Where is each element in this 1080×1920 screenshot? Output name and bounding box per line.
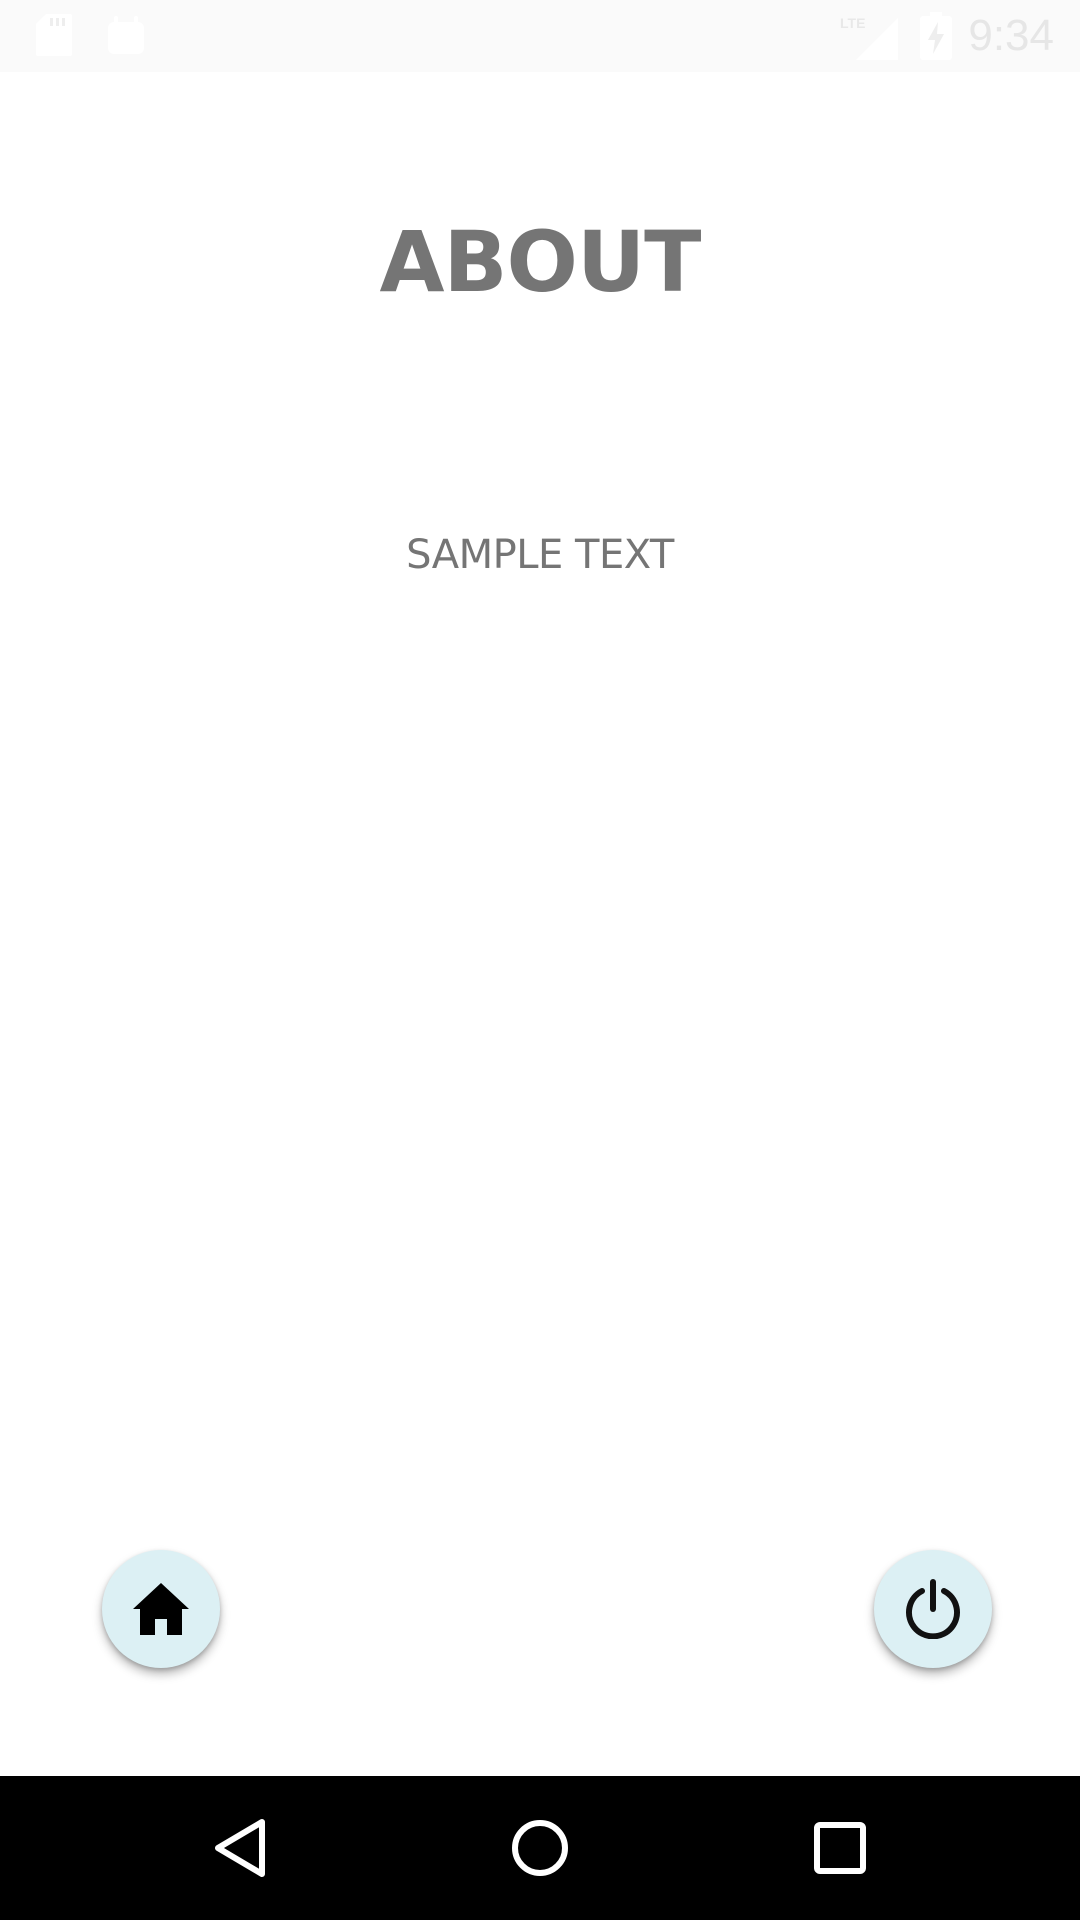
sd-card-icon <box>36 14 72 56</box>
page-title: ABOUT <box>379 213 702 311</box>
lte-signal-icon: LTE <box>840 15 898 60</box>
body-text: SAMPLE TEXT <box>406 532 674 578</box>
status-bar: LTE 9:34 <box>0 0 1080 72</box>
nav-home-button[interactable] <box>504 1812 576 1884</box>
power-icon <box>906 1579 960 1639</box>
home-circle-icon <box>512 1820 568 1876</box>
screen: LTE 9:34 ABOUT SAMPLE TEXT <box>0 0 1080 1920</box>
lte-label: LTE <box>840 15 865 31</box>
home-button[interactable] <box>102 1550 220 1668</box>
nav-back-button[interactable] <box>206 1812 278 1884</box>
home-icon <box>133 1583 189 1635</box>
back-icon <box>215 1819 265 1877</box>
clock: 9:34 <box>968 11 1054 60</box>
power-button[interactable] <box>874 1550 992 1668</box>
battery-charging-icon <box>920 12 952 60</box>
nav-recents-button[interactable] <box>804 1812 876 1884</box>
recents-icon <box>814 1822 866 1874</box>
navigation-bar <box>0 1776 1080 1920</box>
notification-icon <box>108 16 144 54</box>
